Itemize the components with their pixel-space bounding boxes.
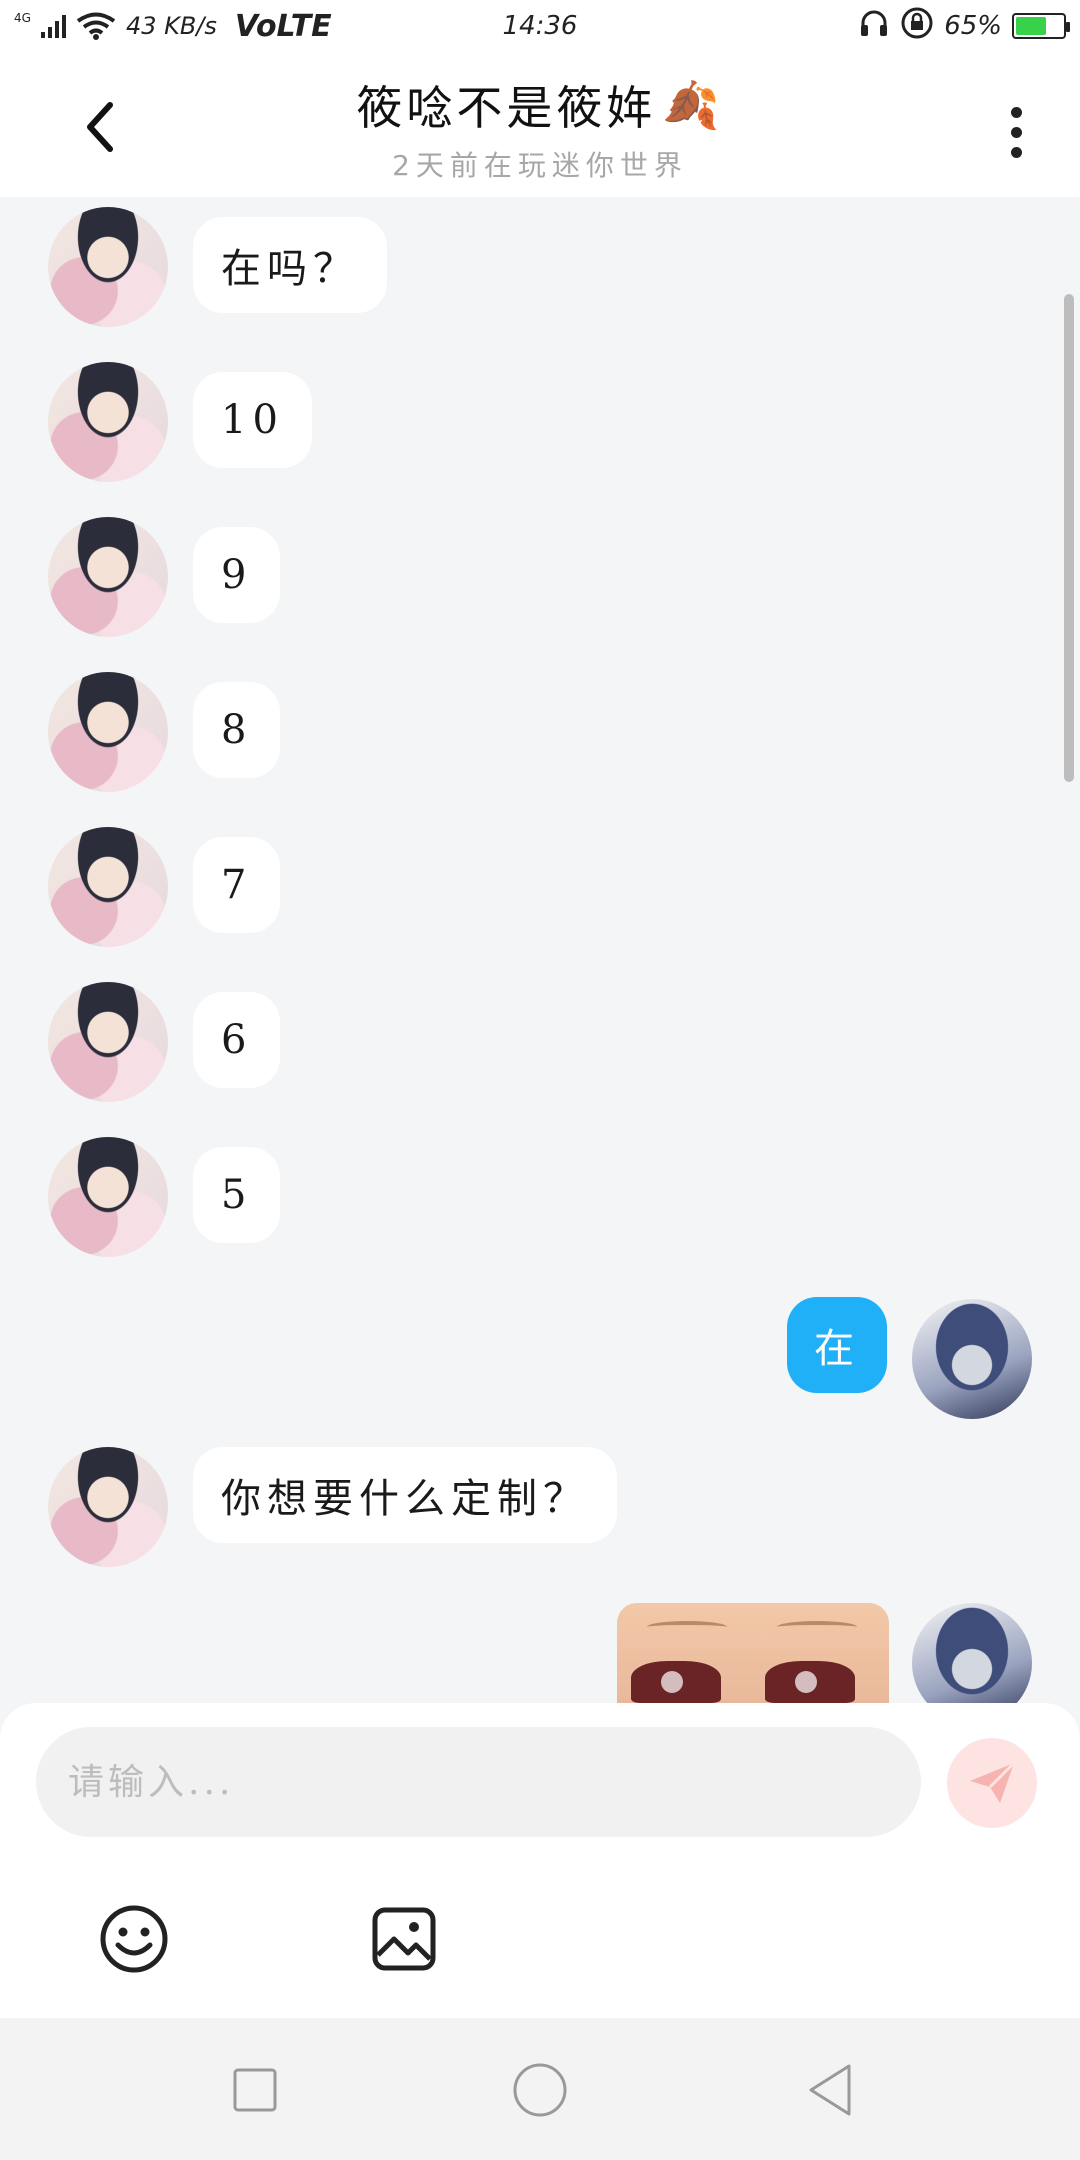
signal-icon [40, 14, 66, 38]
paper-plane-icon [970, 1761, 1016, 1803]
avatar[interactable] [48, 362, 168, 482]
system-nav-bar [0, 2018, 1080, 2160]
recent-apps-button[interactable] [225, 2060, 285, 2120]
message-list[interactable]: 在吗？ 10 9 8 7 6 5 在 你想要什么定制？ [0, 197, 1080, 1703]
more-vertical-icon [1010, 106, 1022, 118]
message-bubble[interactable]: 在吗？ [193, 217, 387, 313]
status-right: 65% [858, 6, 1070, 47]
message-input[interactable] [36, 1727, 921, 1837]
image-button[interactable] [368, 1903, 440, 1975]
headphones-icon [858, 7, 890, 46]
status-bar: 4G 43 KB/s VoLTE 14:36 65% [0, 0, 1080, 52]
message-bubble[interactable]: 6 [193, 992, 281, 1088]
smiley-icon [100, 1905, 168, 1973]
avatar[interactable] [48, 827, 168, 947]
avatar-self[interactable] [912, 1603, 1032, 1703]
avatar-self[interactable] [912, 1299, 1032, 1419]
battery-fill [1016, 17, 1046, 35]
send-button[interactable] [947, 1738, 1037, 1828]
more-button[interactable] [996, 97, 1036, 167]
message-bubble[interactable]: 9 [193, 527, 281, 623]
battery-percent: 65% [944, 11, 1002, 41]
avatar[interactable] [48, 982, 168, 1102]
image-message[interactable] [617, 1603, 889, 1703]
input-panel [0, 1703, 1080, 2018]
avatar[interactable] [48, 517, 168, 637]
network-speed: 43 KB/s [125, 12, 217, 40]
image-content [647, 1621, 727, 1633]
wifi-icon [76, 12, 116, 40]
leaf-emoji: 🍂 [662, 77, 724, 132]
avatar[interactable] [48, 1447, 168, 1567]
chat-header: 筱唸不是筱姩 🍂 2天前在玩迷你世界 [0, 52, 1080, 197]
status-left: 4G 43 KB/s VoLTE [14, 9, 332, 44]
title-block: 筱唸不是筱姩 🍂 2天前在玩迷你世界 [0, 72, 1080, 184]
home-button[interactable] [510, 2060, 570, 2120]
message-bubble[interactable]: 你想要什么定制？ [193, 1447, 617, 1543]
circle-icon [513, 2063, 567, 2117]
triangle-back-icon [809, 2064, 851, 2116]
avatar[interactable] [48, 1137, 168, 1257]
message-bubble[interactable]: 10 [193, 372, 312, 468]
message-bubble[interactable]: 8 [193, 682, 281, 778]
square-icon [233, 2068, 277, 2112]
image-content [631, 1661, 721, 1703]
rotation-lock-icon [900, 6, 934, 47]
image-icon [372, 1907, 436, 1971]
avatar[interactable] [48, 207, 168, 327]
page-title: 筱唸不是筱姩 🍂 [356, 72, 723, 138]
network-type: 4G [14, 11, 31, 25]
message-bubble-self[interactable]: 在 [787, 1297, 887, 1393]
scrollbar[interactable] [1064, 294, 1074, 782]
back-nav-button[interactable] [800, 2060, 860, 2120]
more-dot [1010, 126, 1022, 138]
message-bubble[interactable]: 7 [193, 837, 281, 933]
volte-label: VoLTE [234, 8, 332, 44]
contact-name: 筱唸不是筱姩 [356, 81, 657, 135]
more-dot [1010, 146, 1022, 158]
avatar[interactable] [48, 672, 168, 792]
image-content [777, 1621, 857, 1633]
image-content [765, 1661, 855, 1703]
message-bubble[interactable]: 5 [193, 1147, 281, 1243]
contact-status: 2天前在玩迷你世界 [392, 149, 688, 182]
emoji-button[interactable] [98, 1903, 170, 1975]
battery-icon [1012, 13, 1070, 39]
